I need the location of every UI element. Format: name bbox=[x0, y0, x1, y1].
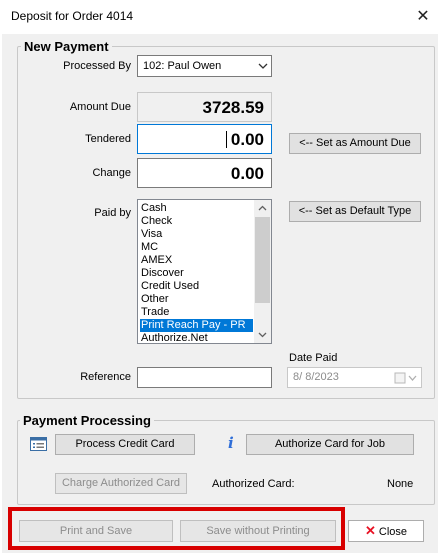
calendar-dropdown-icon[interactable] bbox=[394, 372, 418, 384]
payment-type-item[interactable]: Print Reach Pay - PR bbox=[140, 319, 253, 332]
close-button-label: Close bbox=[378, 526, 408, 538]
change-value: 0.00 bbox=[230, 164, 264, 183]
process-credit-card-button[interactable]: Process Credit Card bbox=[55, 434, 195, 455]
close-icon: ✕ bbox=[364, 523, 376, 538]
amount-due-display: 3728.59 bbox=[137, 92, 272, 122]
title-bar: Deposit for Order 4014 ✕ bbox=[0, 0, 440, 34]
payment-processing-title: Payment Processing bbox=[20, 413, 154, 428]
print-and-save-button[interactable]: Print and Save bbox=[19, 520, 173, 542]
payment-type-item[interactable]: MC bbox=[140, 241, 158, 254]
new-payment-title: New Payment bbox=[21, 39, 112, 54]
processed-by-value: 102: Paul Owen bbox=[143, 60, 222, 72]
window-close-icon[interactable]: ✕ bbox=[406, 4, 440, 30]
date-paid-value: 8/ 8/2023 bbox=[293, 371, 339, 383]
chevron-down-icon bbox=[258, 63, 268, 69]
processed-by-label: Processed By bbox=[63, 60, 131, 72]
tendered-input[interactable]: 0.00 bbox=[137, 124, 272, 154]
save-without-printing-button[interactable]: Save without Printing bbox=[180, 520, 336, 542]
set-as-default-type-button[interactable]: <-- Set as Default Type bbox=[289, 201, 421, 222]
change-label: Change bbox=[92, 167, 131, 179]
close-button[interactable]: ✕ Close bbox=[348, 520, 424, 542]
processed-by-select[interactable]: 102: Paul Owen bbox=[137, 55, 272, 77]
authorized-card-label: Authorized Card: bbox=[212, 478, 295, 490]
list-scrollbar[interactable] bbox=[254, 200, 271, 343]
credit-card-form-icon bbox=[30, 437, 47, 451]
reference-label: Reference bbox=[80, 371, 131, 383]
payment-type-item[interactable]: Visa bbox=[140, 228, 162, 241]
info-icon: i bbox=[228, 434, 234, 452]
set-as-amount-due-button[interactable]: <-- Set as Amount Due bbox=[289, 133, 421, 154]
window-title: Deposit for Order 4014 bbox=[11, 9, 134, 23]
text-cursor bbox=[226, 131, 227, 148]
tendered-label: Tendered bbox=[85, 133, 131, 145]
paid-by-label: Paid by bbox=[94, 207, 131, 219]
scroll-up-arrow-icon[interactable] bbox=[258, 205, 267, 211]
authorize-card-for-job-button[interactable]: Authorize Card for Job bbox=[246, 434, 414, 455]
payment-type-list[interactable]: Cash Check Visa MC AMEX Discover Credit Used Ot… bbox=[137, 199, 272, 344]
scroll-down-arrow-icon[interactable] bbox=[258, 332, 267, 338]
payment-type-item[interactable]: Credit Used bbox=[140, 280, 199, 293]
payment-type-item[interactable]: Check bbox=[140, 215, 172, 228]
payment-type-item[interactable]: AMEX bbox=[140, 254, 172, 267]
payment-type-item[interactable]: Authorize.Net bbox=[140, 332, 208, 343]
charge-authorized-card-button[interactable]: Charge Authorized Card bbox=[55, 473, 187, 494]
scroll-thumb[interactable] bbox=[255, 217, 270, 303]
date-paid-label: Date Paid bbox=[289, 352, 338, 364]
payment-type-item[interactable]: Discover bbox=[140, 267, 184, 280]
payment-type-item[interactable]: Other bbox=[140, 293, 169, 306]
amount-due-label: Amount Due bbox=[69, 101, 131, 113]
payment-type-item[interactable]: Cash bbox=[140, 202, 167, 215]
payment-type-item[interactable]: Trade bbox=[140, 306, 169, 319]
amount-due-value: 3728.59 bbox=[202, 98, 264, 117]
authorized-card-value: None bbox=[387, 478, 414, 490]
date-paid-picker[interactable]: 8/ 8/2023 bbox=[287, 367, 422, 388]
tendered-value: 0.00 bbox=[230, 130, 264, 149]
change-display: 0.00 bbox=[137, 158, 272, 188]
reference-input[interactable] bbox=[137, 367, 272, 388]
